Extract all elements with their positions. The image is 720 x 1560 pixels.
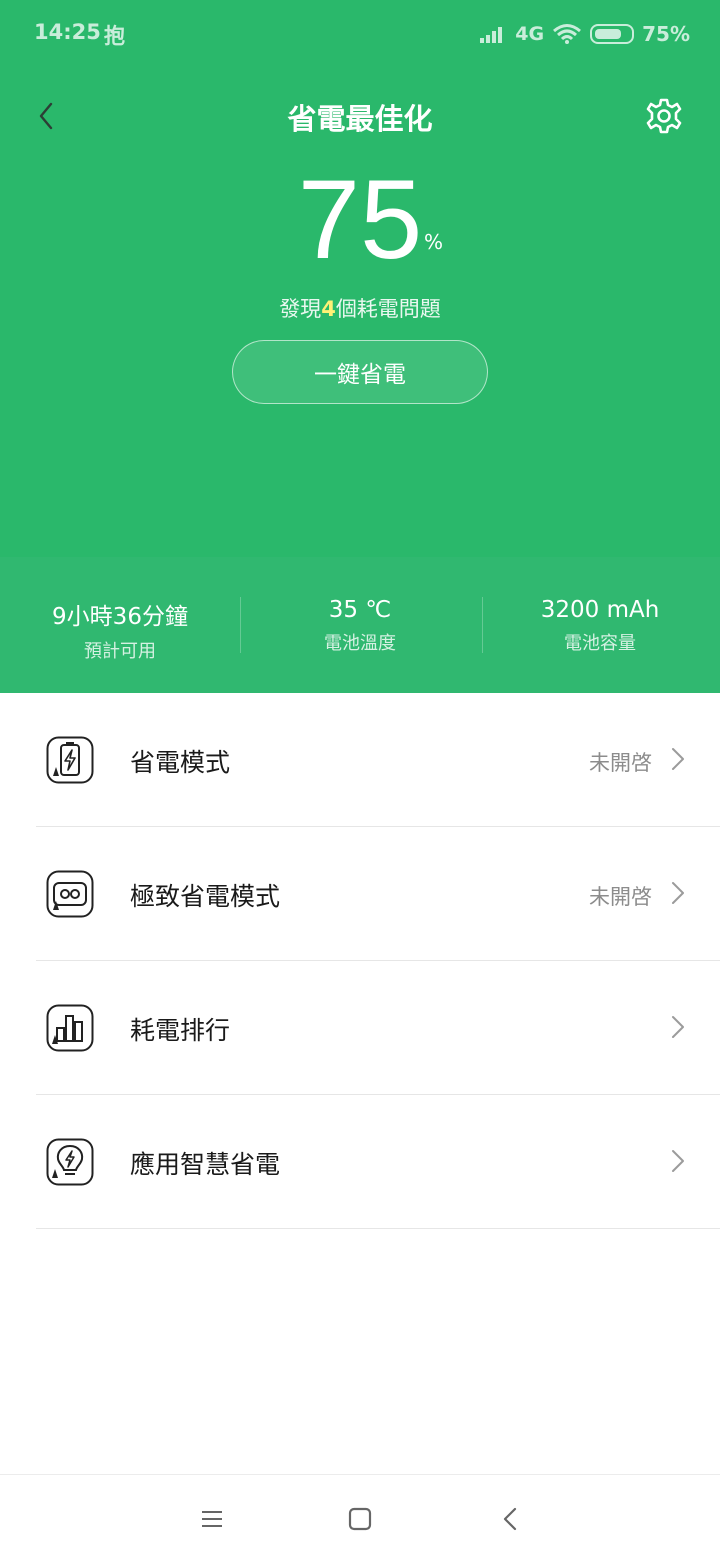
stat-value: 35 ℃ [328,597,392,623]
network-type: 4G [515,23,545,45]
wifi-icon [553,24,582,44]
stat-label: 電池容量 [564,633,636,654]
chevron-right-icon [672,1016,684,1038]
item-status: 未開啓 [589,885,652,909]
issues-prefix: 發現 [279,297,322,321]
item-label: 耗電排行 [130,1016,231,1045]
item-label: 極致省電模式 [130,882,281,911]
list-item-smart-saver[interactable]: 應用智慧省電 [0,1095,720,1229]
one-tap-optimize-button[interactable]: 一鍵省電 [232,340,488,404]
issues-summary: 發現4個耗電問題 [0,293,720,323]
percent-sign: % [424,230,444,254]
battery-percentage: 75% [642,22,690,46]
smart-saver-icon [46,1138,94,1186]
status-app-glyph: 抱 [104,24,125,48]
stat-estimated-time: 9小時36分鐘 預計可用 [0,557,240,693]
menu-icon[interactable] [198,1505,226,1533]
stat-capacity: 3200 mAh 電池容量 [480,557,720,693]
item-status: 未開啓 [589,751,652,775]
chevron-right-icon [672,748,684,770]
list-item-power-ranking[interactable]: 耗電排行 [0,961,720,1095]
battery-icon [590,24,635,44]
ultra-saver-icon [46,870,94,918]
stat-value: 3200 mAh [540,597,660,623]
battery-stats: 9小時36分鐘 預計可用 35 ℃ 電池溫度 3200 mAh 電池容量 [0,557,720,693]
stat-divider [240,597,241,653]
item-label: 應用智慧省電 [130,1150,281,1179]
battery-fill [595,29,622,39]
signal-icon [480,27,503,43]
back-icon[interactable] [497,1505,525,1533]
navigation-bar [0,1474,720,1560]
status-indicators: 4G 75% [479,18,690,50]
list-item-battery-saver[interactable]: 省電模式 未開啓 [0,693,720,827]
chevron-right-icon [672,1150,684,1172]
power-ranking-icon [46,1004,94,1052]
status-bar: 14:25 抱 4G 75% [0,0,720,70]
chevron-right-icon [672,882,684,904]
title-bar: 省電最佳化 [0,86,720,146]
battery-optimizer-screen: 14:25 抱 4G 75% 省電最佳化 75 % 發現4個耗電問題 一鍵省電 … [0,0,720,1560]
battery-saver-icon [46,736,94,784]
stat-label: 預計可用 [84,641,156,662]
battery-percent-display: 75 [297,157,423,282]
issues-suffix: 個耗電問題 [335,297,441,321]
status-time: 14:25 [34,20,101,44]
stat-label: 電池溫度 [324,633,396,654]
stat-divider [482,597,483,653]
stat-value: 9小時36分鐘 [52,604,188,630]
list-item-ultra-saver[interactable]: 極致省電模式 未開啓 [0,827,720,961]
list-divider [36,1228,720,1229]
gear-icon[interactable] [644,96,684,136]
stat-temperature: 35 ℃ 電池溫度 [240,557,480,693]
item-label: 省電模式 [130,748,231,777]
settings-list: 省電模式 未開啓 極致省電模式 未開啓 耗電排行 應用智慧省電 [0,693,720,1229]
header: 14:25 抱 4G 75% 省電最佳化 75 % 發現4個耗電問題 一鍵省電 [0,0,720,557]
page-title: 省電最佳化 [287,102,433,136]
issues-count: 4 [321,297,336,321]
home-icon[interactable] [346,1505,374,1533]
